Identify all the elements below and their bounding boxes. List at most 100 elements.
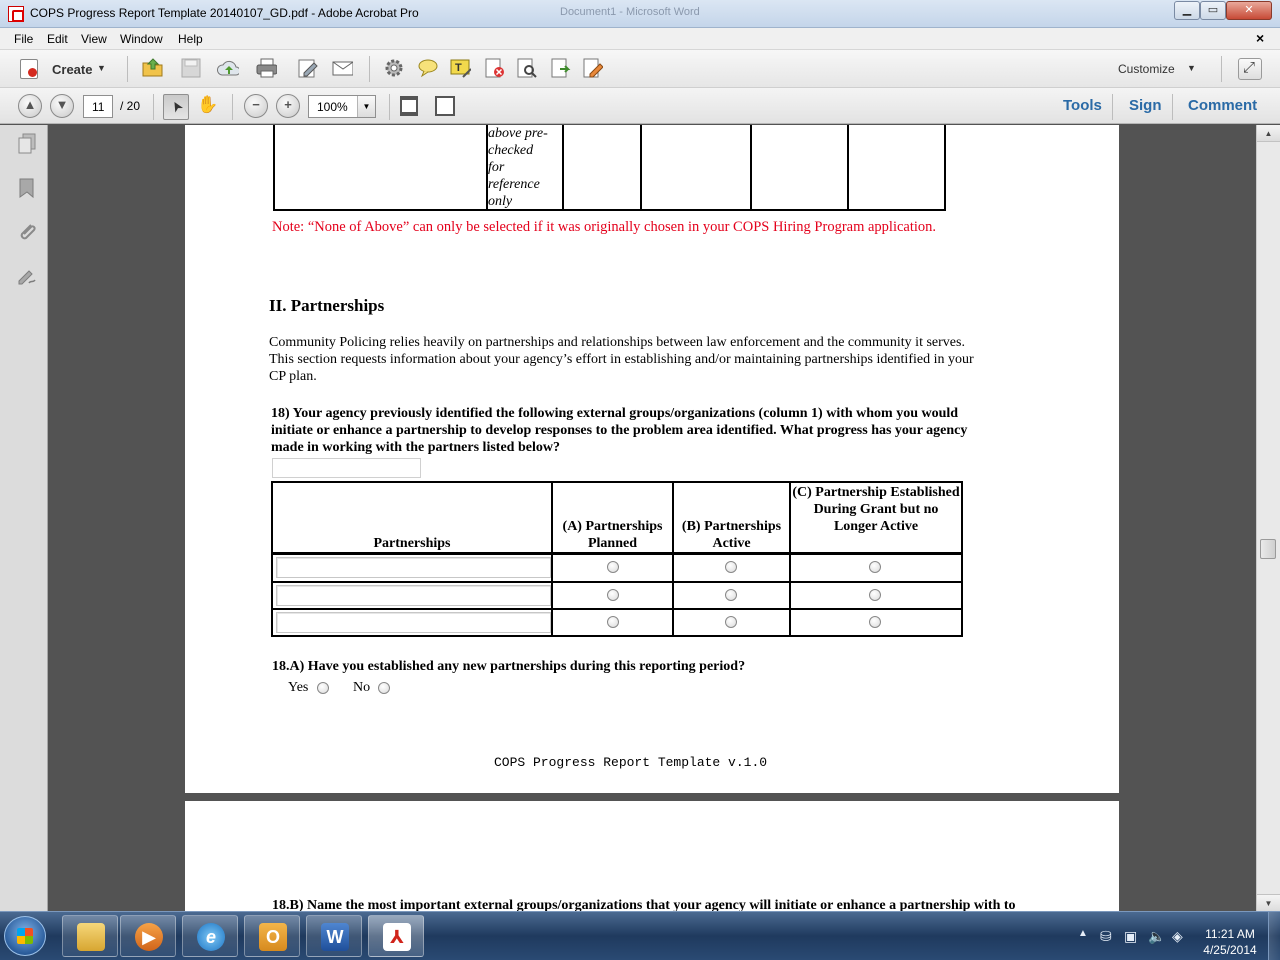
recognize-text-icon[interactable]	[515, 57, 537, 79]
chevron-down-icon[interactable]: ▼	[357, 96, 375, 117]
radio-yes[interactable]	[317, 682, 329, 694]
highlight-icon[interactable]: T	[449, 57, 471, 79]
edit-icon[interactable]	[296, 57, 318, 79]
delete-pages-icon[interactable]	[483, 57, 505, 79]
radio-active-1[interactable]	[725, 561, 737, 573]
signatures-icon[interactable]	[17, 265, 37, 287]
menu-window[interactable]: Window	[120, 32, 163, 46]
explorer-icon	[77, 923, 105, 951]
customize-menu[interactable]: Customize	[1118, 62, 1175, 76]
radio-no-longer-active-1[interactable]	[869, 561, 881, 573]
zoom-select[interactable]: 100% ▼	[308, 95, 376, 118]
zoom-out-button[interactable]: −	[244, 94, 268, 118]
cloud-upload-icon[interactable]	[217, 57, 239, 79]
main-toolbar: Create ▼ T Customize ▼	[0, 50, 1280, 88]
navigation-pane	[0, 125, 48, 911]
sign-pane-link[interactable]: Sign	[1129, 97, 1162, 114]
document-viewer[interactable]: above pre- checked for reference only No…	[49, 125, 1256, 911]
print-icon[interactable]	[255, 57, 277, 79]
toolbar-divider	[369, 56, 370, 82]
question-18a: 18.A) Have you established any new partn…	[272, 659, 746, 674]
radio-active-2[interactable]	[725, 589, 737, 601]
radio-active-3[interactable]	[725, 616, 737, 628]
minus-icon: −	[252, 97, 260, 112]
partnership-name-field-2[interactable]	[276, 585, 551, 606]
fit-page-icon[interactable]	[400, 96, 418, 116]
show-hidden-icons-icon[interactable]: ▲	[1078, 928, 1088, 939]
outlook-taskbar-button[interactable]: O	[244, 915, 300, 957]
navigation-toolbar: ▲ ▼ 11 / 20 ✋ − + 100% ▼ Tools Sign Comm…	[0, 88, 1280, 124]
fit-width-icon[interactable]	[435, 96, 455, 116]
radio-no-longer-active-2[interactable]	[869, 589, 881, 601]
bookmarks-icon[interactable]	[17, 177, 37, 199]
maximize-button[interactable]: ▭	[1200, 1, 1226, 20]
page-number-input[interactable]: 11	[83, 95, 113, 118]
background-window-title: Document1 - Microsoft Word	[560, 6, 700, 18]
menu-file[interactable]: File	[14, 32, 33, 46]
network-icon[interactable]: ▣	[1124, 928, 1137, 945]
usb-icon[interactable]: ⛁	[1100, 928, 1112, 945]
attachments-icon[interactable]	[17, 221, 37, 243]
select-tool-button[interactable]	[163, 94, 189, 120]
none-of-above-note: Note: “None of Above” can only be select…	[272, 219, 937, 235]
close-icon: ✕	[1244, 4, 1254, 16]
menu-bar: File Edit View Window Help ×	[0, 28, 1280, 50]
question-18-field[interactable]	[272, 458, 421, 478]
dropbox-icon[interactable]: ◈	[1172, 928, 1183, 945]
start-button[interactable]	[4, 916, 46, 956]
radio-no[interactable]	[378, 682, 390, 694]
radio-planned-1[interactable]	[607, 561, 619, 573]
page-thumbnails-icon[interactable]	[17, 133, 37, 155]
zoom-in-button[interactable]: +	[276, 94, 300, 118]
save-icon[interactable]	[180, 57, 202, 79]
close-window-button[interactable]: ✕	[1226, 1, 1272, 20]
previous-page-button[interactable]: ▲	[18, 94, 42, 118]
toolbar-divider	[127, 56, 128, 82]
create-button[interactable]: Create ▼	[18, 57, 110, 81]
radio-no-longer-active-3[interactable]	[869, 616, 881, 628]
zoom-value: 100%	[317, 100, 348, 114]
tools-pane-link[interactable]: Tools	[1063, 97, 1102, 114]
hand-tool-icon[interactable]: ✋	[197, 95, 218, 115]
partnership-name-field-3[interactable]	[276, 612, 551, 633]
note-line: checked	[488, 143, 534, 158]
acrobat-app-icon[interactable]	[8, 6, 24, 22]
volume-icon[interactable]: 🔈	[1148, 928, 1165, 945]
internet-explorer-taskbar-button[interactable]: e	[182, 915, 238, 957]
comment-pane-link[interactable]: Comment	[1188, 97, 1257, 114]
acrobat-taskbar-button[interactable]: ⅄	[368, 915, 424, 957]
expand-icon[interactable]	[1238, 58, 1262, 80]
menu-help[interactable]: Help	[178, 32, 203, 46]
settings-icon[interactable]	[383, 57, 405, 79]
chevron-down-icon[interactable]: ▼	[1187, 63, 1196, 73]
explorer-taskbar-button[interactable]	[62, 915, 118, 957]
comment-icon[interactable]	[416, 57, 438, 79]
sign-icon[interactable]	[581, 57, 603, 79]
word-taskbar-button[interactable]: W	[306, 915, 362, 957]
scroll-down-icon[interactable]: ▼	[1257, 894, 1280, 911]
scroll-up-icon[interactable]: ▲	[1257, 125, 1280, 142]
partnerships-table: Partnerships (A) Partnerships Planned (B…	[271, 481, 963, 637]
menu-view[interactable]: View	[81, 32, 107, 46]
next-page-button[interactable]: ▼	[50, 94, 74, 118]
media-player-icon: ▶	[135, 923, 163, 951]
vertical-scrollbar[interactable]: ▲ ▼	[1256, 125, 1280, 911]
email-icon[interactable]	[331, 57, 353, 79]
open-icon[interactable]	[141, 57, 163, 79]
create-label: Create	[52, 62, 93, 77]
close-document-icon[interactable]: ×	[1256, 30, 1264, 46]
scrollbar-thumb[interactable]	[1260, 539, 1276, 559]
media-player-taskbar-button[interactable]: ▶	[120, 915, 176, 957]
partnership-name-field-1[interactable]	[276, 557, 551, 578]
radio-planned-3[interactable]	[607, 616, 619, 628]
radio-planned-2[interactable]	[607, 589, 619, 601]
table-divider	[750, 125, 752, 209]
show-desktop-button[interactable]	[1268, 912, 1280, 960]
menu-edit[interactable]: Edit	[47, 32, 68, 46]
clock[interactable]: 11:21 AM 4/25/2014	[1196, 926, 1264, 958]
previous-table-fragment: above pre- checked for reference only	[273, 125, 946, 211]
export-icon[interactable]	[549, 57, 571, 79]
header-active: (B) Partnerships Active	[681, 519, 782, 551]
svg-text:T: T	[455, 62, 462, 74]
minimize-button[interactable]: ▁	[1174, 1, 1200, 20]
